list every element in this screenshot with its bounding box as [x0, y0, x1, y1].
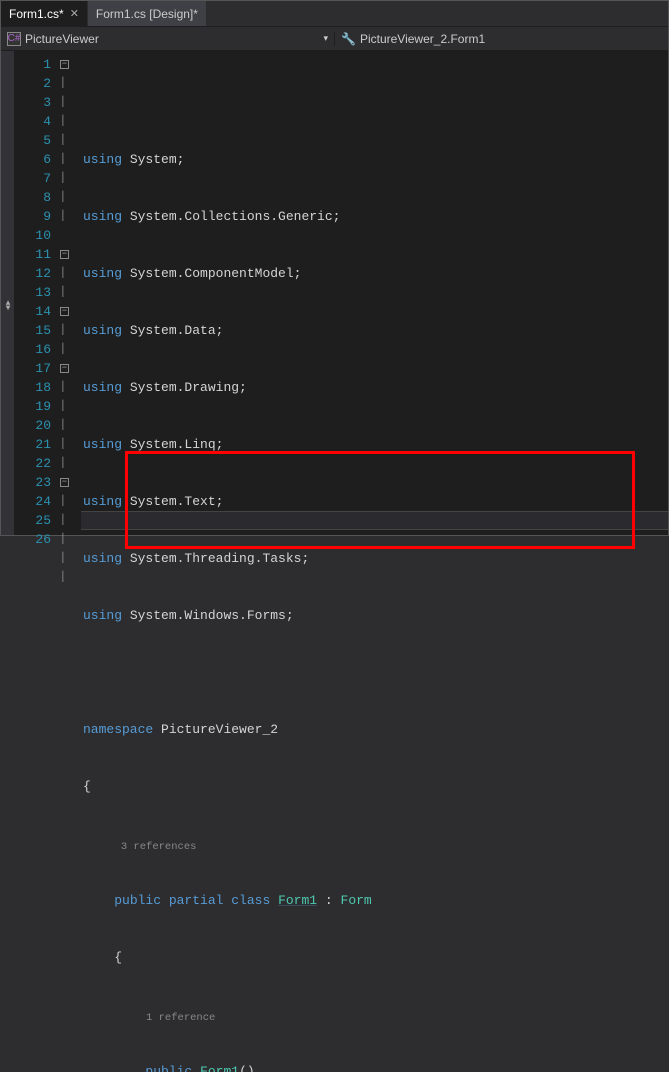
- line-number: 5: [15, 131, 51, 150]
- tab-bar: Form1.cs* ✕ Form1.cs [Design]*: [1, 1, 668, 27]
- fold-toggle[interactable]: −: [59, 359, 81, 378]
- line-number: 15: [15, 321, 51, 340]
- line-number: 9: [15, 207, 51, 226]
- indicator-margin: ▲▼: [1, 51, 15, 535]
- line-number: 11: [15, 245, 51, 264]
- line-number: 12: [15, 264, 51, 283]
- line-number: 21: [15, 435, 51, 454]
- chevron-down-icon: ▾: [323, 33, 328, 44]
- code-editor[interactable]: ▲▼ 1 2 3 4 5 6 7 8 9 10 11 12 13 14 15 1…: [1, 51, 668, 535]
- line-number: 18: [15, 378, 51, 397]
- line-number: 8: [15, 188, 51, 207]
- line-number: 23: [15, 473, 51, 492]
- line-number: 22: [15, 454, 51, 473]
- line-number: 13: [15, 283, 51, 302]
- code-area[interactable]: using System; using System.Collections.G…: [81, 51, 668, 535]
- line-number: 16: [15, 340, 51, 359]
- fold-toggle[interactable]: −: [59, 302, 81, 321]
- fold-toggle[interactable]: −: [59, 473, 81, 492]
- codelens-references[interactable]: 1 reference: [146, 1012, 215, 1024]
- line-number: 4: [15, 112, 51, 131]
- line-number: 17: [15, 359, 51, 378]
- wrench-icon: 🔧: [341, 32, 356, 46]
- scope-project-dropdown[interactable]: C# PictureViewer ▾: [1, 32, 335, 46]
- fold-toggle[interactable]: −: [59, 55, 81, 74]
- line-number: 26: [15, 530, 51, 549]
- line-number: 25: [15, 511, 51, 530]
- scope-project-label: PictureViewer: [25, 32, 99, 46]
- line-number: 6: [15, 150, 51, 169]
- codelens-references[interactable]: 3 references: [121, 841, 197, 853]
- line-number: 7: [15, 169, 51, 188]
- scope-class-label: PictureViewer_2.Form1: [360, 32, 485, 46]
- tab-form1-cs[interactable]: Form1.cs* ✕: [1, 1, 88, 26]
- tab-label: Form1.cs [Design]*: [96, 7, 198, 21]
- line-number: 1: [15, 55, 51, 74]
- scope-class-dropdown[interactable]: 🔧 PictureViewer_2.Form1: [335, 32, 668, 46]
- line-number: 2: [15, 74, 51, 93]
- line-number: 3: [15, 93, 51, 112]
- line-number: 20: [15, 416, 51, 435]
- navigation-bar: C# PictureViewer ▾ 🔧 PictureViewer_2.For…: [1, 27, 668, 51]
- line-number: 24: [15, 492, 51, 511]
- outlining-gutter: − ││││ ││││ − ││ − ││ − ││││ │ − ││││ │: [59, 51, 81, 535]
- csharp-icon: C#: [7, 32, 21, 46]
- close-icon[interactable]: ✕: [70, 7, 79, 20]
- line-number: 19: [15, 397, 51, 416]
- line-number: 14: [15, 302, 51, 321]
- line-number: 10: [15, 226, 51, 245]
- track-changes-icon[interactable]: ▲▼: [2, 301, 14, 311]
- tab-form1-design[interactable]: Form1.cs [Design]*: [88, 1, 207, 26]
- tab-label: Form1.cs*: [9, 7, 64, 21]
- line-number-gutter: 1 2 3 4 5 6 7 8 9 10 11 12 13 14 15 16 1…: [15, 51, 59, 535]
- fold-toggle[interactable]: −: [59, 245, 81, 264]
